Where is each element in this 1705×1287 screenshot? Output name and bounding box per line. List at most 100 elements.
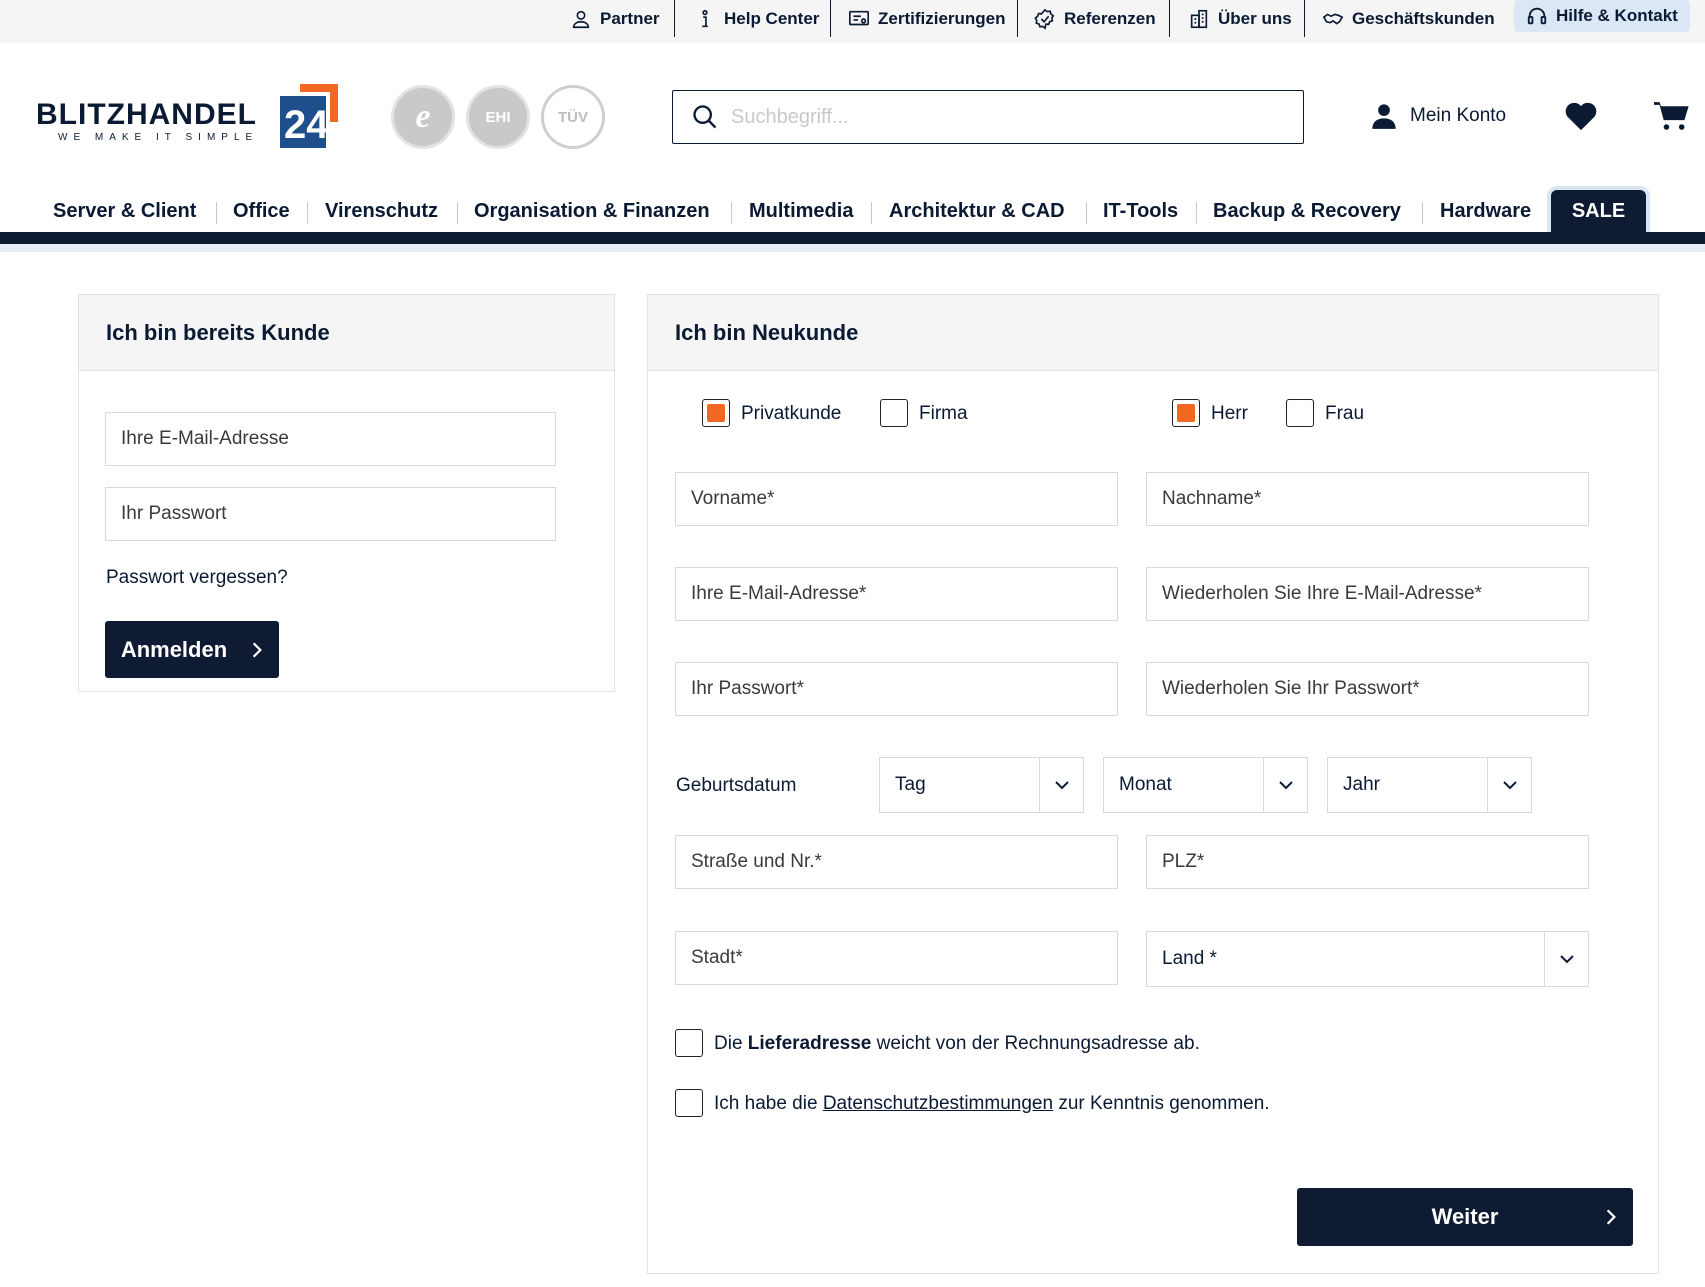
- lastname-input[interactable]: [1162, 488, 1588, 510]
- year-select[interactable]: Jahr: [1327, 757, 1532, 813]
- delivery-address-bold: Lieferadresse: [747, 1033, 872, 1054]
- nav-item-multimedia[interactable]: Multimedia: [749, 200, 853, 223]
- search-icon: [693, 105, 717, 129]
- tuv-badge[interactable]: TÜV: [541, 85, 605, 149]
- register-submit-button[interactable]: Weiter: [1297, 1188, 1633, 1246]
- nav-item-virenschutz[interactable]: Virenschutz: [325, 200, 438, 223]
- help-center-link[interactable]: Help Center: [694, 0, 819, 37]
- building-icon: [1190, 9, 1208, 28]
- account-link[interactable]: Mein Konto: [1370, 102, 1506, 130]
- register-submit-label: Weiter: [1431, 1204, 1499, 1229]
- street-input[interactable]: [691, 851, 1117, 873]
- year-select-value: Jahr: [1343, 774, 1380, 795]
- login-password-input[interactable]: [121, 503, 555, 525]
- frau-label: Frau: [1325, 403, 1365, 424]
- lastname-field[interactable]: [1146, 472, 1589, 526]
- referenzen-link[interactable]: Referenzen: [1034, 0, 1156, 37]
- password-input[interactable]: [691, 678, 1117, 700]
- email-repeat-field[interactable]: [1146, 567, 1589, 621]
- nav-divider: [1422, 202, 1423, 224]
- privatkunde-checkbox[interactable]: [702, 399, 730, 427]
- cart-button[interactable]: [1654, 100, 1690, 137]
- search-input[interactable]: [731, 105, 1291, 129]
- privacy-link[interactable]: Datenschutzbestimmungen: [823, 1093, 1053, 1114]
- partner-label: Partner: [600, 8, 660, 28]
- search-box[interactable]: [672, 90, 1304, 144]
- geschaeftskunden-link[interactable]: Geschäftskunden: [1322, 0, 1495, 37]
- month-select-value: Monat: [1119, 774, 1172, 795]
- chevron-right-icon: [253, 641, 263, 658]
- email-input[interactable]: [691, 583, 1117, 605]
- nav-item-server-client[interactable]: Server & Client: [53, 200, 196, 223]
- email-field[interactable]: [675, 567, 1118, 621]
- nav-item-sale[interactable]: SALE: [1551, 190, 1646, 232]
- tuv-mark: TÜV: [558, 108, 588, 126]
- password-field[interactable]: [675, 662, 1118, 716]
- city-input[interactable]: [691, 947, 1117, 969]
- nav-divider: [1196, 202, 1197, 224]
- login-submit-button[interactable]: Anmelden: [105, 621, 279, 678]
- nav-underline: [0, 232, 1705, 244]
- street-field[interactable]: [675, 835, 1118, 889]
- forgot-password-link[interactable]: Passwort vergessen?: [106, 567, 288, 589]
- day-select[interactable]: Tag: [879, 757, 1084, 813]
- firma-checkbox[interactable]: [880, 399, 908, 427]
- firstname-field[interactable]: [675, 472, 1118, 526]
- country-select[interactable]: Land *: [1146, 931, 1589, 987]
- chevron-down-icon: [1039, 758, 1083, 812]
- month-select[interactable]: Monat: [1103, 757, 1308, 813]
- verified-badge-icon: [1034, 8, 1055, 30]
- country-select-value: Land *: [1162, 948, 1217, 969]
- info-icon: [702, 9, 708, 27]
- register-panel: Ich bin Neukunde Privatkunde Firma Herr …: [647, 294, 1659, 1274]
- herr-checkbox[interactable]: [1172, 399, 1200, 427]
- trusted-shops-mark: e: [415, 98, 431, 135]
- chevron-right-icon: [1606, 1209, 1616, 1225]
- divider: [674, 0, 675, 37]
- login-email-input[interactable]: [121, 428, 555, 450]
- delivery-address-checkbox[interactable]: [675, 1029, 703, 1057]
- nav-item-organisation-finanzen[interactable]: Organisation & Finanzen: [474, 200, 710, 223]
- ueber-uns-link[interactable]: Über uns: [1188, 0, 1292, 37]
- firstname-input[interactable]: [691, 488, 1117, 510]
- divider: [1017, 0, 1018, 37]
- divider: [1304, 0, 1305, 37]
- site-logo[interactable]: BLITZHANDEL WE MAKE IT SIMPLE 24: [36, 84, 338, 150]
- city-field[interactable]: [675, 931, 1118, 985]
- chevron-down-icon: [1544, 932, 1588, 986]
- zertifizierungen-label: Zertifizierungen: [878, 8, 1006, 28]
- zip-input[interactable]: [1162, 851, 1588, 873]
- logo-slogan: WE MAKE IT SIMPLE: [58, 132, 259, 143]
- nav-item-backup-recovery[interactable]: Backup & Recovery: [1213, 200, 1401, 223]
- email-repeat-input[interactable]: [1162, 583, 1588, 605]
- headset-icon: [1527, 7, 1547, 25]
- wishlist-button[interactable]: [1564, 100, 1598, 137]
- nav-item-it-tools[interactable]: IT-Tools: [1103, 200, 1178, 223]
- nav-item-architektur-cad[interactable]: Architektur & CAD: [889, 200, 1065, 223]
- password-repeat-field[interactable]: [1146, 662, 1589, 716]
- nav-item-office[interactable]: Office: [233, 200, 290, 223]
- nav-divider: [871, 202, 872, 224]
- heart-icon: [1565, 102, 1597, 131]
- ehi-badge[interactable]: EHI: [466, 85, 530, 149]
- login-password-field[interactable]: [105, 487, 556, 541]
- login-title: Ich bin bereits Kunde: [79, 295, 614, 371]
- hilfe-kontakt-link[interactable]: Hilfe & Kontakt: [1514, 0, 1690, 32]
- logo-wordmark: BLITZHANDEL: [36, 98, 257, 131]
- firma-label: Firma: [919, 403, 968, 424]
- login-email-field[interactable]: [105, 412, 556, 466]
- nav-underline-accent: [0, 244, 1705, 252]
- partner-link[interactable]: Partner: [570, 0, 660, 37]
- cart-icon: [1654, 102, 1689, 130]
- trusted-shops-badge[interactable]: e: [391, 85, 455, 149]
- handshake-user-icon: [572, 10, 590, 28]
- handshake-icon: [1322, 12, 1344, 25]
- logo-number: 24: [284, 103, 329, 147]
- password-repeat-input[interactable]: [1162, 678, 1588, 700]
- certificate-icon: [849, 10, 869, 25]
- frau-checkbox[interactable]: [1286, 399, 1314, 427]
- privacy-checkbox[interactable]: [675, 1089, 703, 1117]
- zertifizierungen-link[interactable]: Zertifizierungen: [848, 0, 1006, 37]
- zip-field[interactable]: [1146, 835, 1589, 889]
- nav-item-hardware[interactable]: Hardware: [1440, 200, 1531, 223]
